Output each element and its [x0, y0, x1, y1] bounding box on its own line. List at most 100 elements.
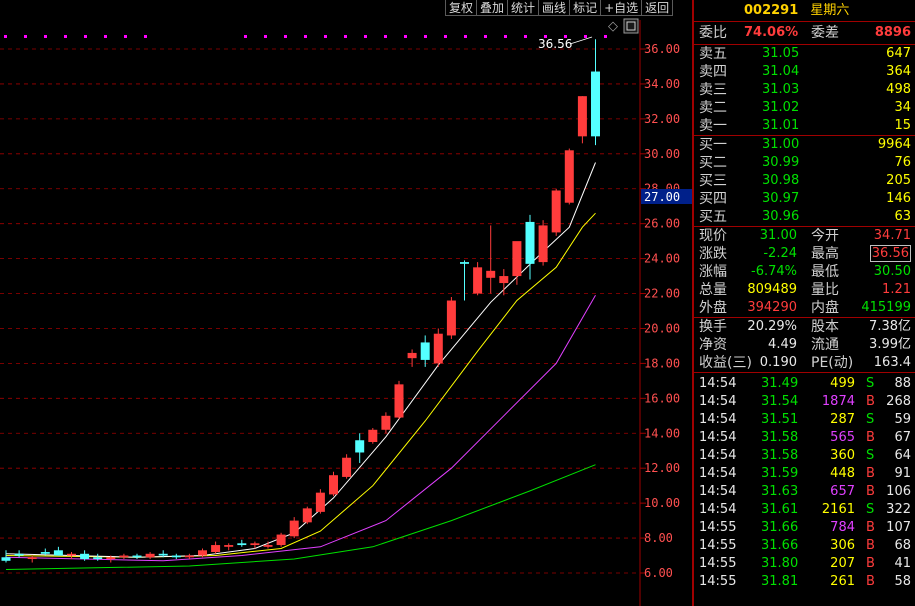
stat-value: 394290: [747, 300, 797, 315]
tick-volume: 2161: [821, 502, 855, 517]
stats-button[interactable]: 统计: [507, 0, 540, 16]
fund-value: 3.99亿: [869, 337, 911, 352]
candle: [224, 543, 234, 551]
candle-body: [525, 221, 535, 264]
overlay-button[interactable]: 叠加: [476, 0, 509, 16]
candle-body: [342, 457, 352, 477]
tick-row: 14:54 31.58 565 B 67: [694, 429, 915, 447]
tick-side: B: [866, 574, 875, 589]
candle-body: [276, 534, 286, 546]
bid-volume: 9964: [877, 137, 911, 152]
candle-body: [119, 555, 129, 558]
stat-label: 量比: [811, 282, 839, 298]
tick-price: 31.81: [761, 574, 799, 589]
candle: [184, 553, 194, 560]
tick-side: S: [866, 412, 875, 427]
tick-row: 14:54 31.59 448 B 91: [694, 465, 915, 483]
candle: [564, 148, 574, 205]
candle-body: [1, 557, 11, 561]
tick-count: 91: [894, 466, 911, 481]
candle-body: [224, 545, 234, 547]
tick-time: 14:55: [699, 520, 737, 535]
tick-row: 14:55 31.80 207 B 41: [694, 555, 915, 573]
weibi-value: 74.06%: [744, 25, 799, 40]
candle: [368, 428, 378, 444]
candle: [486, 225, 496, 294]
stat-label: 内盘: [811, 300, 839, 316]
stat-label: 今开: [811, 228, 839, 244]
candle-body: [198, 550, 207, 556]
tick-count: 68: [894, 538, 911, 553]
high-annotation: 36.56: [538, 36, 593, 51]
bid-price: 30.99: [762, 155, 800, 170]
candle-body: [106, 557, 116, 560]
window-icon[interactable]: [623, 18, 639, 34]
price-tick-label: 22.00: [644, 287, 680, 301]
tick-volume: 448: [830, 466, 855, 481]
ask-row: 卖五 31.05 647: [694, 45, 915, 63]
event-dot: [424, 35, 427, 38]
ask-price: 31.04: [762, 64, 800, 79]
stat-label: 涨幅: [699, 264, 727, 280]
tick-row: 14:55 31.66 784 B 107: [694, 519, 915, 537]
fund-value: 163.4: [873, 355, 911, 370]
price-tick-label: 34.00: [644, 77, 680, 91]
tick-time: 14:54: [699, 394, 737, 409]
back-button[interactable]: 返回: [641, 0, 674, 16]
tick-volume: 784: [830, 520, 855, 535]
candle-body: [512, 241, 522, 277]
candle-body: [93, 557, 103, 560]
tick-volume: 565: [830, 430, 855, 445]
ask-volume: 34: [894, 100, 911, 115]
tick-row: 14:54 31.49 499 S 88: [694, 375, 915, 393]
event-dot: [24, 35, 27, 38]
ma10-line: [5, 212, 596, 558]
tick-volume: 306: [830, 538, 855, 553]
fund-label: 净资: [699, 337, 727, 353]
ask-volume: 647: [886, 46, 911, 61]
ask-row: 卖四 31.04 364: [694, 63, 915, 81]
tick-volume: 657: [830, 484, 855, 499]
event-dot: [324, 35, 327, 38]
tick-row: 14:54 31.63 657 B 106: [694, 483, 915, 501]
candle-body: [211, 545, 221, 553]
fuquan-button[interactable]: 复权: [445, 0, 478, 16]
fund-row: 换手 20.29% 股本 7.38亿: [694, 318, 915, 336]
mark-button[interactable]: 标记: [569, 0, 602, 16]
candle-body: [302, 508, 312, 523]
bid-row: 买四 30.97 146: [694, 190, 915, 208]
stat-value: -6.74%: [751, 264, 797, 279]
tick-row: 14:54 31.61 2161 S 322: [694, 501, 915, 519]
tick-time: 14:54: [699, 430, 737, 445]
tick-volume: 499: [830, 376, 855, 391]
tick-side: S: [866, 448, 875, 463]
bid-book: 买一 31.00 9964 买二 30.99 76 买三 30.98 205 买四 30.97 146…: [694, 135, 915, 226]
event-dot: [84, 35, 87, 38]
candle-body: [433, 333, 443, 364]
candle: [145, 552, 155, 560]
ask-row: 卖二 31.02 34: [694, 99, 915, 117]
tick-price: 31.61: [761, 502, 799, 517]
add-watchlist-button[interactable]: +自选: [600, 0, 643, 16]
bid-label: 买四: [699, 191, 727, 207]
stat-label: 涨跌: [699, 246, 727, 262]
candle: [460, 260, 469, 301]
candle: [119, 553, 129, 560]
event-dot: [484, 35, 487, 38]
candle: [591, 39, 600, 146]
tick-volume: 287: [830, 412, 855, 427]
candle: [315, 489, 325, 514]
candlestick-chart[interactable]: 36.0034.0032.0030.0028.0026.0024.0022.00…: [0, 0, 692, 606]
tick-row: 14:54 31.51 287 S 59: [694, 411, 915, 429]
ma60-line: [5, 464, 596, 570]
draw-line-button[interactable]: 画线: [538, 0, 571, 16]
bid-price: 30.98: [762, 173, 800, 188]
price-tick-label: 14.00: [644, 426, 680, 440]
tick-side: B: [866, 484, 875, 499]
candle-body: [145, 553, 155, 558]
tick-side: B: [866, 538, 875, 553]
candle: [132, 553, 142, 560]
candle: [355, 433, 365, 463]
candle: [394, 380, 404, 420]
diamond-marker-icon[interactable]: ◇: [608, 19, 618, 34]
